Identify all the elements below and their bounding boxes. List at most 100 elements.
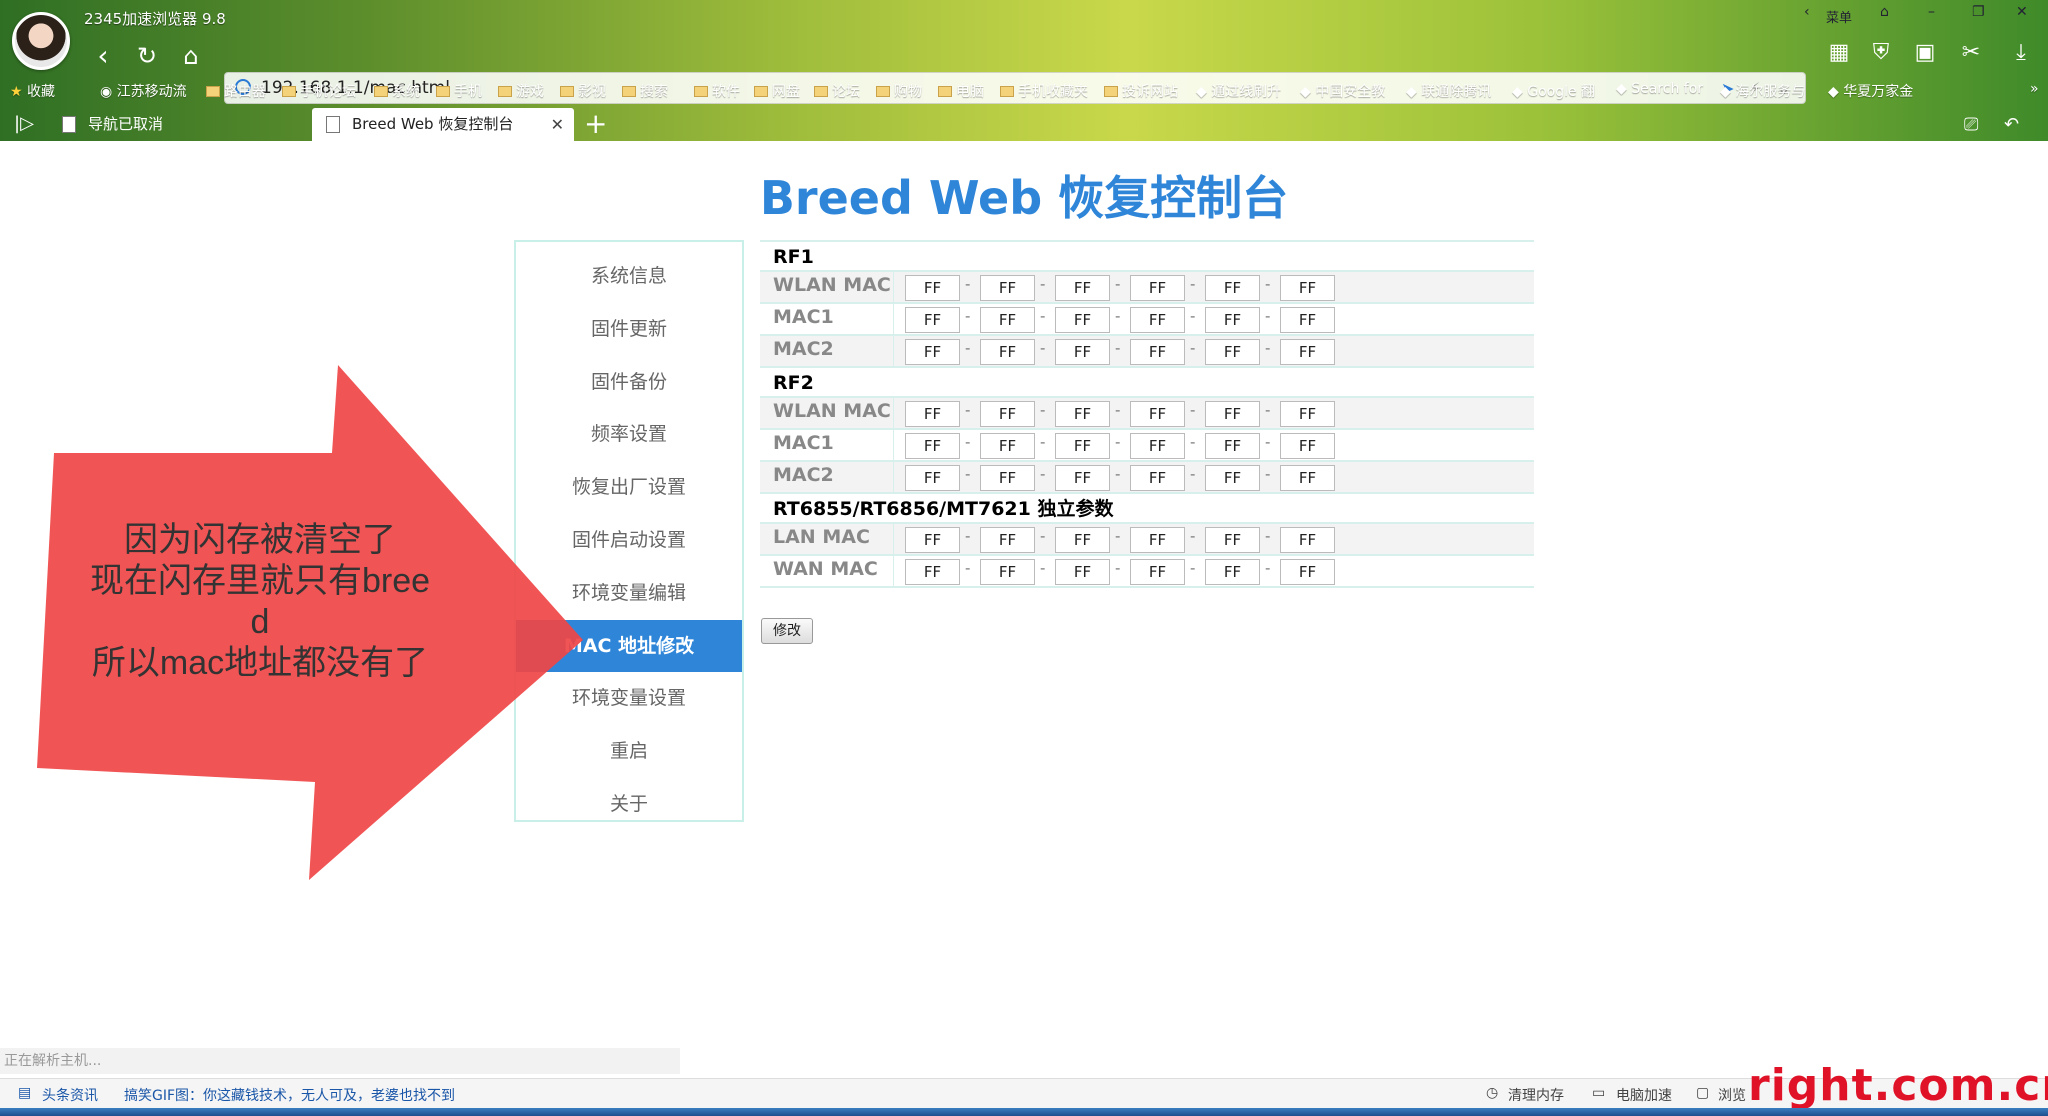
speed-up[interactable]: 电脑加速 [1616, 1085, 1672, 1105]
bookmark-item[interactable]: 游戏 [498, 81, 544, 101]
mac-octet-input[interactable]: FF [980, 433, 1035, 459]
mac-octet-input[interactable]: FF [905, 401, 960, 427]
modify-button[interactable]: 修改 [761, 618, 813, 644]
bookmark-item[interactable]: ★ 收藏 [10, 81, 55, 101]
clean-memory[interactable]: 清理内存 [1508, 1085, 1564, 1105]
bookmark-item[interactable]: 手机收藏夹 [1000, 81, 1088, 101]
mac-octet-input[interactable]: FF [1280, 527, 1335, 553]
mac-octet-input[interactable]: FF [1055, 527, 1110, 553]
mac-octet-input[interactable]: FF [905, 559, 960, 585]
mac-octet-input[interactable]: FF [1130, 307, 1185, 333]
restore-tab-icon[interactable]: ⎚ [1964, 114, 1978, 135]
mac-octet-input[interactable]: FF [1055, 465, 1110, 491]
mac-octet-input[interactable]: FF [1280, 433, 1335, 459]
mac-octet-input[interactable]: FF [1055, 275, 1110, 301]
bookmark-item[interactable]: ◆ 通过线刷升 [1196, 81, 1281, 101]
mac-octet-input[interactable]: FF [1055, 401, 1110, 427]
scissors-icon[interactable]: ✂ [1956, 38, 1986, 68]
mac-octet-input[interactable]: FF [905, 275, 960, 301]
bookmark-item[interactable]: 网盘 [754, 81, 800, 101]
bookmark-item[interactable]: 软件 [694, 81, 740, 101]
restore-icon[interactable]: ❐ [1972, 4, 1985, 20]
tab-navigation-cancelled[interactable]: 导航已取消 [48, 108, 308, 141]
browse-label[interactable]: 浏览 [1718, 1085, 1746, 1105]
bookmark-item[interactable]: 搜索 [622, 81, 668, 101]
mac-octet-input[interactable]: FF [980, 275, 1035, 301]
bookmark-item[interactable]: 论坛 [814, 81, 860, 101]
mac-octet-input[interactable]: FF [1130, 339, 1185, 365]
clean-memory-icon[interactable]: ◷ [1486, 1085, 1498, 1101]
bookmark-item[interactable]: ◉ 江苏移动流 [100, 81, 187, 101]
mac-octet-input[interactable]: FF [980, 339, 1035, 365]
mac-octet-input[interactable]: FF [1130, 465, 1185, 491]
mac-octet-input[interactable]: FF [1055, 339, 1110, 365]
bookmark-item[interactable]: ◆ Google 翻 [1512, 81, 1595, 101]
bookmark-item[interactable]: ◆ 中国安全教 [1300, 81, 1385, 101]
bookmark-item[interactable]: ◆ 华夏万家金 [1828, 81, 1913, 101]
news-label[interactable]: 头条资讯 [42, 1085, 98, 1105]
browse-icon[interactable]: ▢ [1696, 1085, 1709, 1101]
bookmark-item[interactable]: ◆ 联通除腾讯 [1406, 81, 1491, 101]
bookmark-item[interactable]: ◆ 海尔服务与 [1720, 81, 1805, 101]
mac-octet-input[interactable]: FF [905, 465, 960, 491]
mac-octet-input[interactable]: FF [905, 433, 960, 459]
shopping-icon[interactable]: ▣ [1910, 38, 1940, 68]
mac-octet-input[interactable]: FF [1130, 559, 1185, 585]
mac-octet-input[interactable]: FF [1205, 465, 1260, 491]
mac-octet-input[interactable]: FF [1280, 401, 1335, 427]
mac-octet-input[interactable]: FF [1205, 559, 1260, 585]
mac-octet-input[interactable]: FF [1205, 307, 1260, 333]
mac-octet-input[interactable]: FF [905, 339, 960, 365]
mac-octet-input[interactable]: FF [1280, 465, 1335, 491]
mac-octet-input[interactable]: FF [1055, 307, 1110, 333]
back-icon[interactable]: ‹ [84, 38, 122, 76]
mac-octet-input[interactable]: FF [1130, 401, 1185, 427]
tab-breed-web[interactable]: Breed Web 恢复控制台 ✕ [312, 108, 574, 141]
download-icon[interactable]: ⤓ [2006, 38, 2036, 68]
mac-octet-input[interactable]: FF [980, 527, 1035, 553]
close-icon[interactable]: ✕ [551, 108, 564, 141]
shield-icon[interactable]: ⛨ [1866, 38, 1896, 68]
mac-octet-input[interactable]: FF [980, 465, 1035, 491]
mac-octet-input[interactable]: FF [1130, 433, 1185, 459]
mac-octet-input[interactable]: FF [1280, 275, 1335, 301]
mac-octet-input[interactable]: FF [1130, 275, 1185, 301]
mac-octet-input[interactable]: FF [1130, 527, 1185, 553]
news-icon[interactable]: ▤ [18, 1085, 31, 1101]
mac-octet-input[interactable]: FF [980, 401, 1035, 427]
bookmark-item[interactable]: 影视 [560, 81, 606, 101]
mac-octet-input[interactable]: FF [1055, 433, 1110, 459]
bookmark-item[interactable]: 手机 [436, 81, 482, 101]
mac-octet-input[interactable]: FF [1205, 275, 1260, 301]
apps-icon[interactable]: ▦ [1824, 38, 1854, 68]
mac-octet-input[interactable]: FF [980, 559, 1035, 585]
skin-icon[interactable]: ⌂ [1880, 4, 1889, 20]
mac-octet-input[interactable]: FF [1055, 559, 1110, 585]
new-tab-icon[interactable]: + [584, 106, 607, 141]
news-headline[interactable]: 搞笑GIF图：你这藏钱技术，无人可及，老婆也找不到 [124, 1085, 455, 1105]
menu-button[interactable]: 菜单 [1826, 7, 1852, 26]
bookmark-item[interactable]: 手机论坛 [282, 81, 356, 101]
mac-octet-input[interactable]: FF [1205, 527, 1260, 553]
refresh-icon[interactable]: ↻ [128, 38, 166, 76]
mac-octet-input[interactable]: FF [1280, 559, 1335, 585]
home-icon[interactable]: ⌂ [172, 38, 210, 76]
undo-icon[interactable]: ↶ [2004, 114, 2019, 135]
bookmark-item[interactable]: 购物 [876, 81, 922, 101]
bookmark-item[interactable]: 电脑 [938, 81, 984, 101]
mac-octet-input[interactable]: FF [980, 307, 1035, 333]
mac-octet-input[interactable]: FF [1280, 339, 1335, 365]
mac-octet-input[interactable]: FF [1205, 401, 1260, 427]
bookmarks-overflow-icon[interactable]: » [2030, 81, 2039, 97]
mac-octet-input[interactable]: FF [905, 527, 960, 553]
menu-item[interactable]: 系统信息 [516, 250, 742, 302]
bookmark-item[interactable]: 投诉网站 [1104, 81, 1178, 101]
bookmark-item[interactable]: ◆ Search for [1616, 81, 1703, 97]
sidebar-toggle-icon[interactable]: |▷ [14, 106, 34, 141]
mac-octet-input[interactable]: FF [905, 307, 960, 333]
bookmark-item[interactable]: 路由器 [206, 81, 266, 101]
minimize-icon[interactable]: – [1928, 4, 1935, 20]
bookmark-item[interactable]: 系统 [374, 81, 420, 101]
mac-octet-input[interactable]: FF [1205, 339, 1260, 365]
chevron-left-icon[interactable]: ‹ [1804, 4, 1810, 20]
